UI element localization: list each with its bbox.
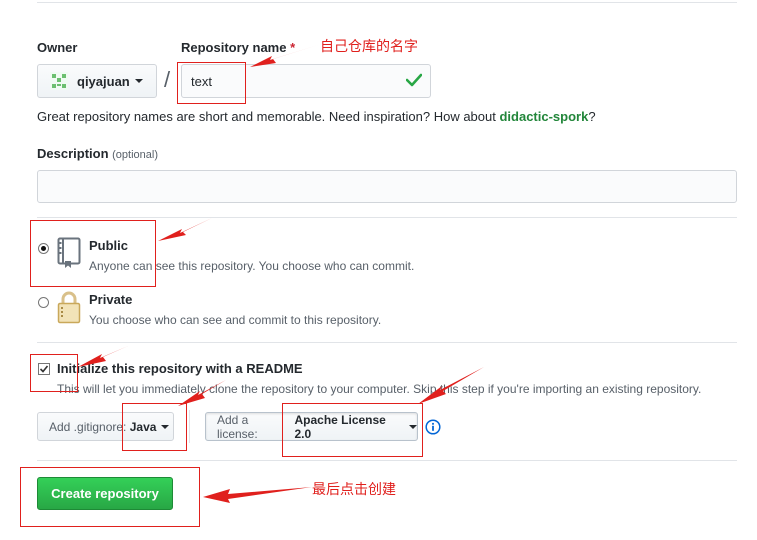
annotation-arrow-icon [158,218,212,241]
annotation-create-text: 最后点击创建 [312,482,396,498]
annotation-arrow-icon [250,45,318,67]
annotation-arrow-icon [78,346,128,367]
annotation-arrows [78,45,484,503]
annotation-repo-name-text: 自己仓库的名字 [320,39,418,55]
annotation-arrow-icon [203,487,312,503]
annotation-arrow-icon [178,380,226,406]
annotation-arrow-icon [418,367,484,404]
